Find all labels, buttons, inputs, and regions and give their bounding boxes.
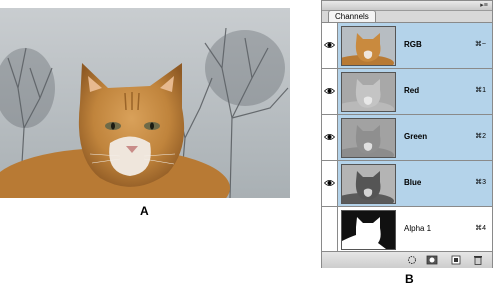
- channel-name: Blue: [404, 178, 422, 187]
- channel-name: Green: [404, 132, 428, 141]
- visibility-toggle[interactable]: [322, 161, 338, 206]
- palette-button-bar: [322, 251, 492, 268]
- channel-thumbnail: [341, 26, 396, 66]
- visibility-toggle[interactable]: [322, 207, 338, 252]
- channel-thumbnail: [341, 118, 396, 158]
- eye-icon: [324, 88, 335, 94]
- channel-row-alpha-1[interactable]: Alpha 1 ⌘4: [322, 207, 492, 253]
- channel-row-red[interactable]: Red ⌘1: [322, 69, 492, 115]
- visibility-toggle[interactable]: [322, 69, 338, 114]
- channel-shortcut: ⌘1: [475, 87, 486, 94]
- delete-channel-icon[interactable]: [472, 255, 484, 265]
- eye-icon: [324, 134, 335, 140]
- channel-name: RGB: [404, 40, 422, 49]
- cat-photo: [0, 8, 290, 198]
- channel-row-blue[interactable]: Blue ⌘3: [322, 161, 492, 207]
- channel-shortcut: ⌘4: [475, 225, 486, 232]
- channel-name: Red: [404, 86, 420, 95]
- channel-row-rgb[interactable]: RGB ⌘~: [322, 23, 492, 69]
- new-channel-icon[interactable]: [450, 255, 462, 265]
- channel-thumbnail: [341, 164, 396, 204]
- load-channel-as-selection-icon[interactable]: [406, 255, 418, 265]
- eye-icon: [324, 42, 335, 48]
- channels-palette: ▸≡ Channels RGB ⌘~ Red ⌘1 Green ⌘2 Blue …: [321, 0, 493, 268]
- channel-thumbnail: [341, 210, 396, 250]
- channel-row-green[interactable]: Green ⌘2: [322, 115, 492, 161]
- channel-list: RGB ⌘~ Red ⌘1 Green ⌘2 Blue ⌘3 Alpha 1 ⌘…: [322, 22, 492, 253]
- save-selection-as-channel-icon[interactable]: [426, 255, 438, 265]
- channel-shortcut: ⌘~: [474, 41, 486, 48]
- channel-thumbnail: [341, 72, 396, 112]
- channel-shortcut: ⌘3: [475, 179, 486, 186]
- visibility-toggle[interactable]: [322, 115, 338, 160]
- figure-label-a: A: [140, 204, 149, 218]
- channel-name: Alpha 1: [404, 224, 432, 233]
- channel-shortcut: ⌘2: [475, 133, 486, 140]
- eye-icon: [324, 180, 335, 186]
- panel-menu-icon[interactable]: ▸≡: [479, 2, 489, 9]
- visibility-toggle[interactable]: [322, 23, 338, 68]
